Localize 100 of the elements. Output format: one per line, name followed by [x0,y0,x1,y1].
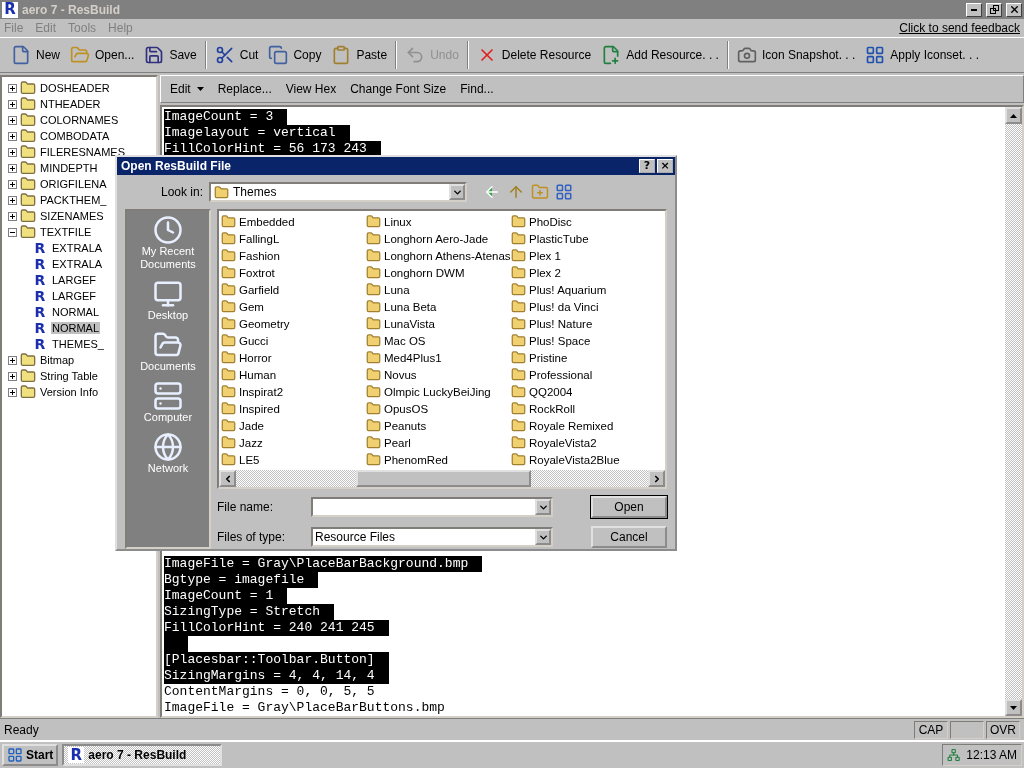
tree-item[interactable]: LARGEF [51,274,97,286]
taskbar-button[interactable]: R aero 7 - ResBuild [62,744,223,766]
folder-item[interactable]: Linux [366,213,511,230]
tree-item[interactable]: DOSHEADER [39,82,111,94]
folder-item[interactable]: Human [221,366,366,383]
expand-icon[interactable] [8,99,17,109]
place-button[interactable]: My Recent Documents [127,215,209,271]
tree-item[interactable]: NORMAL [51,306,101,318]
folder-item[interactable]: Luna [366,281,511,298]
folder-item[interactable]: Pristine [511,349,656,366]
toolbar-button[interactable]: Save [139,43,202,67]
toolbar-button[interactable]: Apply Iconset. . . [860,43,985,67]
folder-item[interactable]: Inspirat2 [221,383,366,400]
folder-item[interactable]: Pearl [366,434,511,451]
tree-item[interactable]: LARGEF [51,290,97,302]
tree-item[interactable]: String Table [39,370,99,382]
scroll-up-button[interactable] [1005,107,1022,124]
toolbar-button[interactable]: Icon Snapshot. . . [731,43,861,67]
tree-item[interactable]: Version Info [39,386,100,398]
scroll-left-button[interactable] [219,470,236,488]
folder-item[interactable]: Plus! Space [511,332,656,349]
folder-item[interactable]: Mac OS [366,332,511,349]
expand-icon[interactable] [8,211,17,221]
restore-button[interactable] [986,2,1002,17]
folder-item[interactable]: Jade [221,417,366,434]
toolbar-button[interactable]: Cut [209,43,264,67]
editor-toolbar-button[interactable]: Find... [455,80,499,98]
folder-item[interactable]: PhoDisc [511,213,656,230]
folder-item[interactable]: Gem [221,298,366,315]
file-name-field[interactable] [311,497,553,518]
folder-item[interactable]: Professional [511,366,656,383]
network-icon[interactable] [947,748,961,762]
toolbar-button[interactable]: New [6,43,65,67]
folder-item[interactable]: Gucci [221,332,366,349]
tree-item[interactable]: COMBODATA [39,130,111,142]
tree-item[interactable]: THEMES_ [51,338,105,350]
toolbar-button[interactable]: Add Resource. . . [596,43,724,67]
editor-toolbar-button[interactable]: View Hex [280,80,342,98]
start-button[interactable]: Start [2,744,59,766]
folder-item[interactable]: LunaVista [366,315,511,332]
toolbar-button[interactable]: Delete Resource [471,43,597,67]
tree-item[interactable]: COLORNAMES [39,114,120,126]
folder-item[interactable]: Fashion [221,247,366,264]
expand-icon[interactable] [8,387,17,397]
editor-toolbar-button[interactable]: Edit [165,80,209,98]
folder-item[interactable]: Embedded [221,213,366,230]
scroll-right-button[interactable] [648,470,665,488]
tree-item[interactable]: SIZENAMES [39,210,105,222]
scroll-down-button[interactable] [1005,699,1022,716]
look-in-dropdown[interactable]: Themes [209,182,468,202]
tree-item[interactable]: NORMAL [51,322,101,334]
folder-item[interactable]: QQ2004 [511,383,656,400]
tree-item[interactable]: PACKTHEM_ [39,194,108,206]
place-button[interactable]: Desktop [147,279,189,322]
folder-item[interactable]: Plex 2 [511,264,656,281]
tree-item[interactable]: MINDEPTH [39,162,99,174]
tree-item[interactable]: ORIGFILENA [39,178,108,190]
folder-item[interactable]: Jazz [221,434,366,451]
toolbar-button[interactable]: Open... [65,43,140,67]
expand-icon[interactable] [8,179,17,189]
toolbar-button[interactable]: Paste [326,43,393,67]
folder-item[interactable]: Plus! Nature [511,315,656,332]
folder-item[interactable]: LE5 [221,451,366,468]
place-button[interactable]: Documents [140,330,196,373]
folder-item[interactable]: RockRoll [511,400,656,417]
folder-item[interactable]: Med4Plus1 [366,349,511,366]
folder-item[interactable]: Geometry [221,315,366,332]
folder-item[interactable]: Royale Remixed [511,417,656,434]
folder-item[interactable]: PhenomRed [366,451,511,468]
view-menu-icon[interactable] [555,183,574,201]
tree-item[interactable]: Bitmap [39,354,76,366]
expand-icon[interactable] [8,115,17,125]
file-type-dropdown[interactable]: Resource Files [311,527,553,548]
place-button[interactable]: Network [147,432,189,475]
tree-item[interactable]: FILERESNAMES [39,146,126,158]
folder-item[interactable]: Plus! Aquarium [511,281,656,298]
tree-item[interactable]: TEXTFILE [39,226,93,238]
tree-item[interactable]: EXTRALA [51,242,104,254]
folder-item[interactable]: Peanuts [366,417,511,434]
folder-item[interactable]: Longhorn DWM [366,264,511,281]
close-button[interactable] [1006,2,1022,17]
folder-item[interactable]: PlasticTube [511,230,656,247]
tree-item[interactable]: EXTRALA [51,258,104,270]
folder-item[interactable]: FallingL [221,230,366,247]
collapse-icon[interactable] [8,227,17,237]
folder-item[interactable]: OpusOS [366,400,511,417]
toolbar-button[interactable]: Copy [263,43,327,67]
folder-item[interactable]: RoyaleVista2Blue [511,451,656,468]
folder-item[interactable]: Olmpic LuckyBeiJing [366,383,511,400]
folder-item[interactable]: Plex 1 [511,247,656,264]
minimize-button[interactable] [966,2,982,17]
tree-item[interactable]: NTHEADER [39,98,102,110]
folder-item[interactable]: Longhorn Aero-Jade [366,230,511,247]
folder-item[interactable]: Plus! da Vinci [511,298,656,315]
folder-item[interactable]: Foxtrot [221,264,366,281]
close-button[interactable]: × [657,159,673,173]
folder-item[interactable]: Luna Beta [366,298,511,315]
open-button[interactable]: Open [591,496,667,519]
folder-item[interactable]: Garfield [221,281,366,298]
scrollbar-thumb[interactable] [356,470,531,488]
